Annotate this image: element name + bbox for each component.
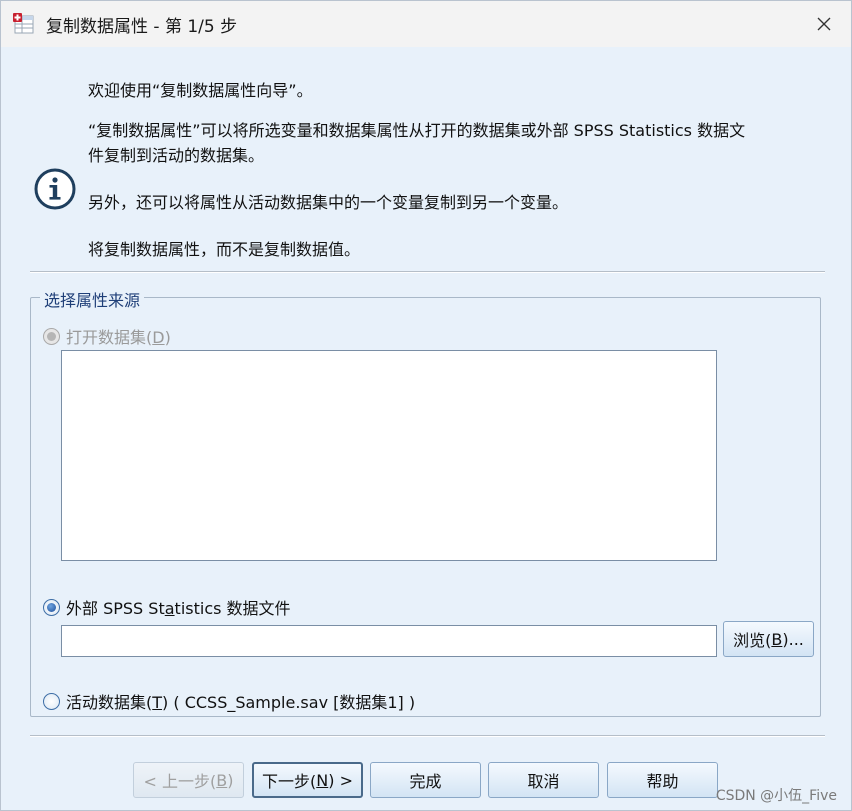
next-button[interactable]: 下一步(N) >: [252, 762, 363, 798]
radio-external-file-button[interactable]: [43, 598, 60, 616]
also-text: 另外，还可以将属性从活动数据集中的一个变量复制到另一个变量。: [88, 193, 569, 212]
dialog-window: 复制数据属性 - 第 1/5 步 欢迎使用“复制数据属性向导”。 “复制数据属性…: [0, 0, 852, 811]
file-path-input[interactable]: [61, 625, 717, 657]
radio-external-file-label: 外部 SPSS Statistics 数据文件: [66, 599, 291, 618]
title-bar[interactable]: 复制数据属性 - 第 1/5 步: [1, 1, 851, 47]
help-button[interactable]: 帮助: [607, 762, 718, 798]
close-button[interactable]: [797, 1, 851, 47]
cancel-button[interactable]: 取消: [488, 762, 599, 798]
radio-open-dataset[interactable]: 打开数据集(D): [43, 324, 171, 348]
info-icon: [34, 168, 76, 210]
description-line-2: 件复制到活动的数据集。: [88, 146, 265, 165]
radio-active-dataset[interactable]: 活动数据集(T) ( CCSS_Sample.sav [数据集1] ): [43, 689, 415, 713]
radio-external-file[interactable]: 外部 SPSS Statistics 数据文件: [43, 595, 291, 619]
radio-open-dataset-button[interactable]: [43, 327, 60, 345]
welcome-text: 欢迎使用“复制数据属性向导”。: [88, 81, 313, 100]
top-divider: [30, 271, 825, 273]
source-group-legend: 选择属性来源: [40, 287, 145, 311]
spss-data-icon: [13, 13, 34, 34]
close-icon: [817, 17, 831, 31]
back-button[interactable]: < 上一步(B): [133, 762, 244, 798]
note-text: 将复制数据属性，而不是复制数据值。: [88, 240, 361, 259]
description-line-1: “复制数据属性”可以将所选变量和数据集属性从打开的数据集或外部 SPSS Sta…: [88, 121, 746, 140]
watermark-text: CSDN @小伍_Five: [715, 788, 837, 804]
radio-active-dataset-label: 活动数据集(T) ( CCSS_Sample.sav [数据集1] ): [66, 693, 416, 712]
radio-open-dataset-label: 打开数据集(D): [66, 328, 171, 347]
bottom-divider: [30, 735, 825, 737]
browse-button[interactable]: 浏览(B)...: [723, 621, 814, 657]
finish-button[interactable]: 完成: [370, 762, 481, 798]
window-title: 复制数据属性 - 第 1/5 步: [46, 17, 238, 37]
open-dataset-list[interactable]: [61, 350, 717, 561]
radio-active-dataset-button[interactable]: [43, 692, 60, 710]
